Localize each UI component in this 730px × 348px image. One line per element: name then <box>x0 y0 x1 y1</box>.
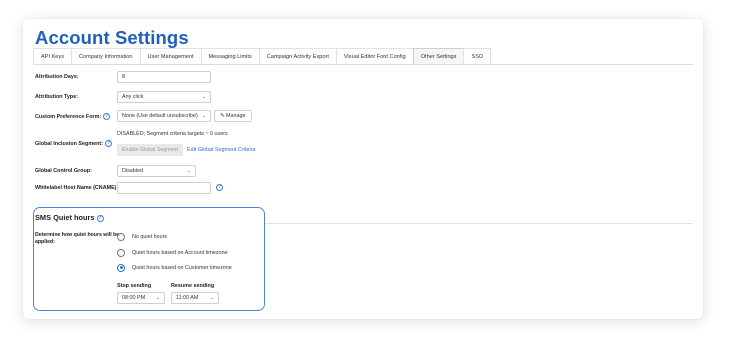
resume-sending-value: 11:00 AM <box>176 295 199 301</box>
tabs-divider <box>33 64 693 65</box>
resume-sending-label: Resume sending <box>171 283 215 289</box>
settings-card: Account Settings API Keys Company Inform… <box>23 19 703 319</box>
chevron-down-icon: ⌄ <box>155 295 160 301</box>
attribution-type-value: Any click <box>122 94 144 100</box>
attribution-days-label: Attribution Days: <box>35 74 79 80</box>
pencil-icon: ✎ <box>220 113 225 119</box>
tab-api-keys[interactable]: API Keys <box>33 48 73 65</box>
stop-sending-select[interactable]: 08:00 PM ⌄ <box>117 292 165 304</box>
radio-button[interactable] <box>117 248 125 257</box>
sms-quiet-hours-title: SMS Quiet hours? <box>35 213 104 222</box>
custom-preference-form-value: None (Use default unsubscribe) <box>122 113 198 119</box>
manage-button-label: Manage <box>226 113 246 119</box>
radio-button[interactable] <box>117 232 125 241</box>
custom-preference-form-label: Custom Preference Form:? <box>35 113 111 120</box>
tab-company-information[interactable]: Company Information <box>71 48 141 65</box>
chevron-down-icon: ⌄ <box>201 113 206 119</box>
tab-visual-editor-font-config[interactable]: Visual Editor Font Config <box>335 48 414 65</box>
global-segment-status: DISABLED; Segment criteria targets ~ 0 u… <box>117 131 228 137</box>
info-icon[interactable]: ? <box>216 184 223 191</box>
radio-customer-timezone[interactable]: Quiet hours based on Customer timezone <box>117 263 232 272</box>
stop-sending-value: 08:00 PM <box>122 295 146 301</box>
global-inclusion-segment-label-text: Global Inclusion Segment: <box>35 140 103 147</box>
manage-button[interactable]: ✎ Manage <box>214 110 252 122</box>
global-control-group-value: Disabled <box>122 168 143 174</box>
info-icon[interactable]: ? <box>105 140 112 147</box>
page-title: Account Settings <box>35 27 189 48</box>
radio-account-timezone[interactable]: Quiet hours based on Account timezone <box>117 248 228 257</box>
radio-label: No quiet hours <box>132 233 168 240</box>
edit-global-segment-link[interactable]: Edit Global Segment Criteria <box>187 147 255 153</box>
tab-sso[interactable]: SSO <box>463 48 492 65</box>
chevron-down-icon: ⌄ <box>186 168 191 174</box>
info-icon[interactable]: ? <box>96 214 104 222</box>
sms-quiet-hours-description: Determine how quiet hours will be applie… <box>35 232 120 245</box>
enable-global-segment-button[interactable]: Enable Global Segment <box>117 144 183 156</box>
radio-label: Quiet hours based on Customer timezone <box>132 264 232 271</box>
global-inclusion-segment-label: Global Inclusion Segment:? <box>35 140 112 147</box>
global-control-group-select[interactable]: Disabled ⌄ <box>117 165 196 177</box>
resume-sending-select[interactable]: 11:00 AM ⌄ <box>171 292 219 304</box>
radio-button-selected[interactable] <box>117 263 125 272</box>
tab-campaign-activity-export[interactable]: Campaign Activity Export <box>258 48 337 65</box>
radio-label: Quiet hours based on Account timezone <box>132 249 228 256</box>
stop-sending-label: Stop sending <box>117 283 152 289</box>
custom-preference-form-label-text: Custom Preference Form: <box>35 113 102 120</box>
whitelabel-host-input[interactable] <box>117 182 211 194</box>
sms-quiet-hours-title-text: SMS Quiet hours <box>35 213 95 222</box>
attribution-type-select[interactable]: Any click ⌄ <box>117 91 211 103</box>
chevron-down-icon: ⌄ <box>209 295 214 301</box>
tab-other-settings[interactable]: Other Settings <box>412 48 465 65</box>
tab-user-management[interactable]: User Management <box>139 48 202 65</box>
chevron-down-icon: ⌄ <box>201 94 206 100</box>
attribution-days-input[interactable]: 8 <box>117 71 211 83</box>
attribution-type-label: Attribution Type: <box>35 94 79 100</box>
global-control-group-label: Global Control Group: <box>35 168 92 174</box>
tab-bar: API Keys Company Information User Manage… <box>33 48 492 65</box>
custom-preference-form-select[interactable]: None (Use default unsubscribe) ⌄ <box>117 110 211 122</box>
whitelabel-host-label: Whitelabel Host Name (CNAME): <box>35 185 119 191</box>
info-icon[interactable]: ? <box>103 113 111 120</box>
tab-messaging-limits[interactable]: Messaging Limits <box>200 48 260 65</box>
attribution-days-value: 8 <box>122 74 125 80</box>
radio-no-quiet-hours[interactable]: No quiet hours <box>117 232 167 241</box>
